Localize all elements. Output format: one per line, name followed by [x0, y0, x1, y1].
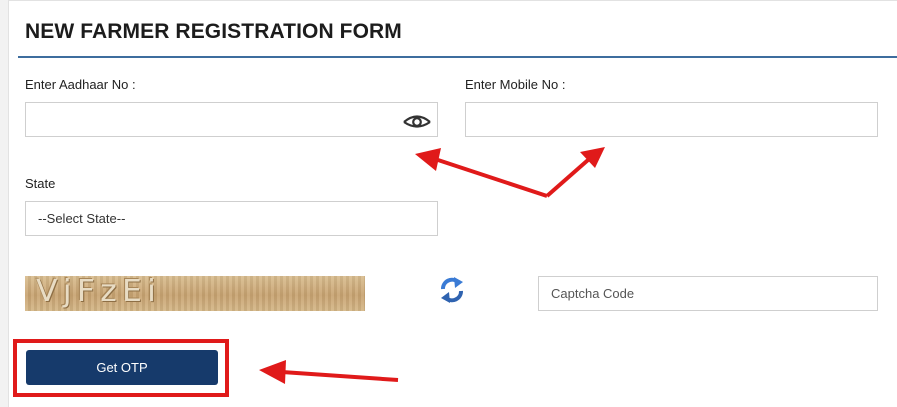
- aadhaar-label: Enter Aadhaar No :: [25, 77, 136, 92]
- get-otp-button[interactable]: Get OTP: [26, 350, 218, 385]
- captcha-text: VjFzEi: [36, 276, 162, 309]
- state-select-value: --Select State--: [38, 211, 126, 226]
- mobile-input[interactable]: [465, 102, 878, 137]
- mobile-label: Enter Mobile No :: [465, 77, 566, 92]
- eye-icon[interactable]: [402, 112, 432, 130]
- page-title: NEW FARMER REGISTRATION FORM: [25, 20, 402, 43]
- aadhaar-input[interactable]: [25, 102, 438, 137]
- refresh-icon[interactable]: [439, 276, 465, 304]
- state-label: State: [25, 176, 56, 191]
- captcha-image: VjFzEi: [25, 276, 365, 311]
- captcha-input[interactable]: [538, 276, 878, 311]
- title-divider: [18, 56, 897, 58]
- state-select[interactable]: --Select State--: [25, 201, 438, 236]
